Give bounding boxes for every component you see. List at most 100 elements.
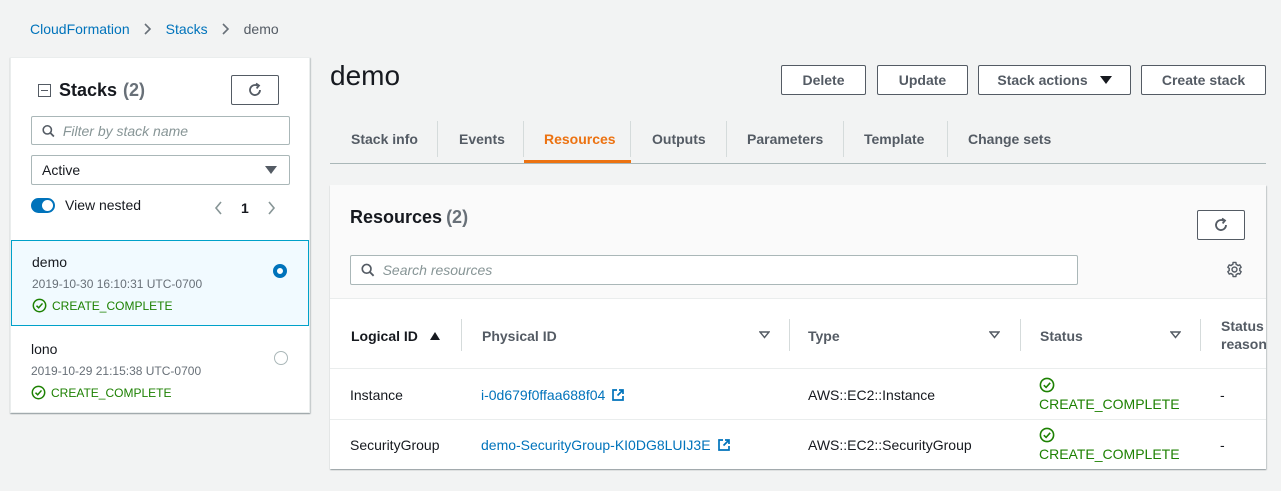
search-icon [361,263,375,277]
stack-radio-selected[interactable] [273,264,287,278]
check-circle-icon [1039,377,1055,393]
page-number[interactable]: 1 [241,200,249,216]
breadcrumb: CloudFormation Stacks demo [30,21,279,37]
resources-search-field[interactable] [350,255,1078,285]
breadcrumb-current: demo [243,21,279,37]
check-circle-icon [1039,427,1055,443]
column-divider [1020,319,1021,351]
tab-divider [947,121,948,157]
resources-refresh-button[interactable] [1197,210,1245,240]
tab-change-sets[interactable]: Change sets [968,114,1051,163]
column-logical-id[interactable]: Logical ID [351,319,440,353]
chevron-right-icon[interactable] [267,201,276,215]
create-stack-button[interactable]: Create stack [1141,65,1266,95]
refresh-icon [1215,217,1227,231]
tab-template[interactable]: Template [864,114,924,163]
resources-title-text: Resources [350,207,443,227]
chevron-left-icon[interactable] [214,201,223,215]
column-divider [1200,319,1201,351]
stack-list-item-demo[interactable]: demo 2019-10-30 16:10:31 UTC-0700 CREATE… [11,240,309,326]
stacks-count: (2) [123,80,146,100]
tab-divider [437,121,438,157]
cell-status: CREATE_COMPLETE [1039,377,1180,412]
stack-filter-field[interactable] [31,116,290,145]
stack-status: CREATE_COMPLETE [32,298,308,313]
gear-icon[interactable] [1226,261,1243,278]
tab-divider [726,121,727,157]
external-link-icon [717,439,730,451]
tab-divider [523,121,524,157]
collapse-icon[interactable] [38,84,51,97]
cell-status: CREATE_COMPLETE [1039,427,1180,462]
stack-name[interactable]: lono [31,341,309,357]
stack-timestamp: 2019-10-30 16:10:31 UTC-0700 [32,277,203,291]
refresh-icon [249,82,261,96]
check-circle-icon [32,298,47,313]
resources-count: (2) [446,207,469,227]
stack-radio[interactable] [274,351,288,365]
caret-down-icon [265,166,277,174]
row-divider [330,368,1266,369]
resources-search-input[interactable] [382,262,1077,278]
resources-title: Resources (2) [350,207,468,228]
tab-parameters[interactable]: Parameters [747,114,823,163]
stacks-panel-title: Stacks [59,80,118,100]
cell-status-reason: - [1220,387,1225,403]
resources-panel: Resources(2) Logical ID Physical ID Type… [330,185,1266,469]
view-nested-row: View nested [31,197,141,213]
active-tab-indicator [524,160,631,163]
stack-list-item-lono[interactable]: lono 2019-10-29 21:15:38 UTC-0700 CREATE… [11,328,309,414]
tab-outputs[interactable]: Outputs [652,114,706,163]
view-nested-toggle[interactable] [31,197,55,213]
breadcrumb-cloudformation[interactable]: CloudFormation [30,21,130,37]
stacks-pagination: 1 [214,200,276,216]
column-type[interactable]: Type [808,319,840,353]
physical-id-text: demo-SecurityGroup-KI0DG8LUIJ3E [481,437,711,453]
column-status[interactable]: Status [1040,319,1083,353]
tab-stack-info[interactable]: Stack info [351,114,418,163]
check-circle-icon [31,385,46,400]
cell-status-text: CREATE_COMPLETE [1039,396,1180,412]
tab-events[interactable]: Events [459,114,505,163]
stacks-panel-header: Stacks (2) [38,80,145,101]
column-divider [789,319,790,351]
stack-status-value: Active [42,162,81,178]
cell-physical-id-link[interactable]: demo-SecurityGroup-KI0DG8LUIJ3E [481,437,731,453]
stack-status-select[interactable]: Active [31,155,290,185]
caret-down-icon [1099,76,1112,84]
filter-caret-icon[interactable] [989,331,1000,339]
stack-actions-button[interactable]: Stack actions [978,65,1131,95]
breadcrumb-stacks[interactable]: Stacks [166,21,208,37]
stacks-panel: Stacks (2) Active View nested 1 demo 201… [10,57,310,413]
chevron-right-icon [144,23,152,35]
stack-tabs: Stack info Events Resources Outputs Para… [330,114,1266,164]
search-icon [42,124,55,137]
cell-type: AWS::EC2::SecurityGroup [808,437,972,453]
column-divider [461,319,462,351]
filter-caret-icon[interactable] [1170,331,1181,339]
sort-ascending-icon [429,332,440,340]
tab-divider [843,121,844,157]
stack-filter-input[interactable] [62,122,289,139]
cell-status-reason: - [1220,437,1225,453]
cell-status-text: CREATE_COMPLETE [1039,446,1180,462]
filter-caret-icon[interactable] [759,331,770,339]
column-status-reason[interactable]: Status reason [1221,317,1266,353]
stack-status-text: CREATE_COMPLETE [51,385,172,400]
view-nested-label: View nested [65,197,142,213]
page-title: demo [330,60,401,91]
stack-name[interactable]: demo [32,254,308,270]
stack-status-text: CREATE_COMPLETE [52,298,173,313]
delete-button[interactable]: Delete [781,65,866,95]
stack-actions-label: Stack actions [997,72,1088,88]
update-button[interactable]: Update [877,65,968,95]
cell-logical-id: Instance [350,387,403,403]
column-logical-id-label: Logical ID [351,328,418,344]
column-physical-id[interactable]: Physical ID [482,319,557,353]
chevron-right-icon [222,23,230,35]
tab-resources[interactable]: Resources [544,114,616,163]
tab-divider [630,121,631,157]
stacks-refresh-button[interactable] [231,75,279,105]
stack-timestamp: 2019-10-29 21:15:38 UTC-0700 [31,364,202,378]
cell-physical-id-link[interactable]: i-0d679f0ffaa688f04 [481,387,625,403]
